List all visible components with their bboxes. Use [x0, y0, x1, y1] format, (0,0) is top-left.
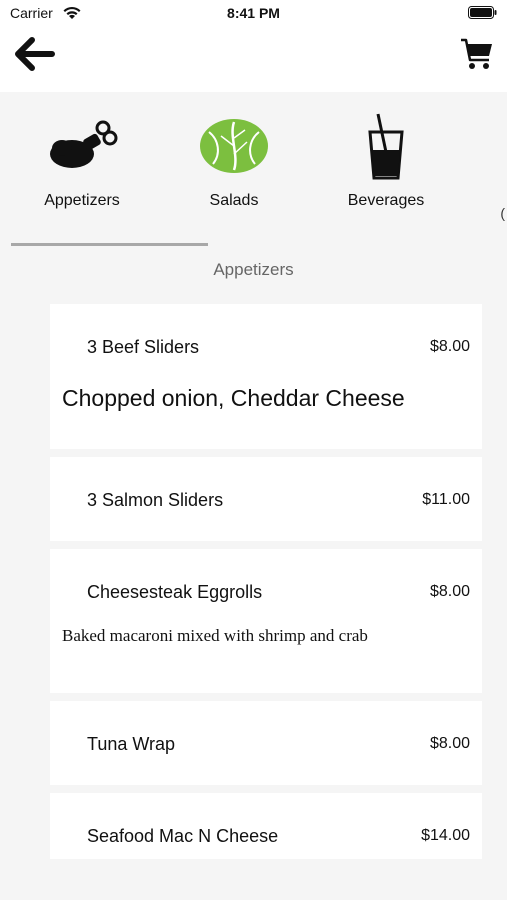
- menu-item[interactable]: Seafood Mac N Cheese $14.00: [50, 793, 482, 859]
- status-bar: Carrier 8:41 PM: [0, 0, 507, 28]
- cart-button[interactable]: [457, 34, 497, 74]
- item-price: $8.00: [429, 583, 470, 600]
- drumstick-icon: [50, 120, 118, 168]
- tab-label: Salads: [209, 192, 259, 209]
- item-price: $8.00: [429, 735, 470, 752]
- item-price: $8.00: [429, 338, 470, 355]
- shopping-cart-icon: [461, 38, 492, 69]
- item-name: Cheesesteak Eggrolls: [87, 582, 263, 602]
- tab-appetizers[interactable]: Appetizers: [6, 110, 158, 220]
- menu-item[interactable]: Cheesesteak Eggrolls $8.00 Baked macaron…: [50, 549, 482, 693]
- item-name: Tuna Wrap: [87, 734, 176, 754]
- menu-item[interactable]: 3 Beef Sliders $8.00 Chopped onion, Ched…: [50, 304, 482, 449]
- menu-item[interactable]: 3 Salmon Sliders $11.00: [50, 457, 482, 541]
- item-name: Seafood Mac N Cheese: [87, 826, 279, 846]
- tab-label: Beverages: [347, 192, 425, 209]
- status-time: 8:41 PM: [227, 5, 280, 21]
- active-tab-indicator: [11, 243, 208, 246]
- tab-beverages[interactable]: Beverages: [310, 110, 462, 220]
- nav-bar: [0, 28, 507, 92]
- section-title: Appetizers: [213, 260, 294, 279]
- lettuce-icon: [200, 119, 268, 173]
- item-description: Chopped onion, Cheddar Cheese: [62, 385, 405, 411]
- drink-glass-icon: [368, 113, 404, 180]
- next-category-peek: (: [500, 205, 505, 221]
- category-tabs: Appetizers Salads Beverages (: [0, 100, 507, 250]
- menu-list: 3 Beef Sliders $8.00 Chopped onion, Ched…: [50, 304, 482, 867]
- battery-icon: [468, 6, 497, 19]
- tab-label: Appetizers: [44, 192, 120, 209]
- item-description: Baked macaroni mixed with shrimp and cra…: [62, 626, 368, 645]
- item-price: $11.00: [422, 491, 470, 508]
- item-name: 3 Salmon Sliders: [87, 490, 224, 510]
- item-name: 3 Beef Sliders: [87, 337, 200, 357]
- menu-item[interactable]: Tuna Wrap $8.00: [50, 701, 482, 785]
- tab-salads[interactable]: Salads: [158, 110, 310, 220]
- item-price: $14.00: [421, 827, 470, 844]
- back-button[interactable]: [10, 34, 58, 74]
- arrow-left-icon: [15, 37, 55, 71]
